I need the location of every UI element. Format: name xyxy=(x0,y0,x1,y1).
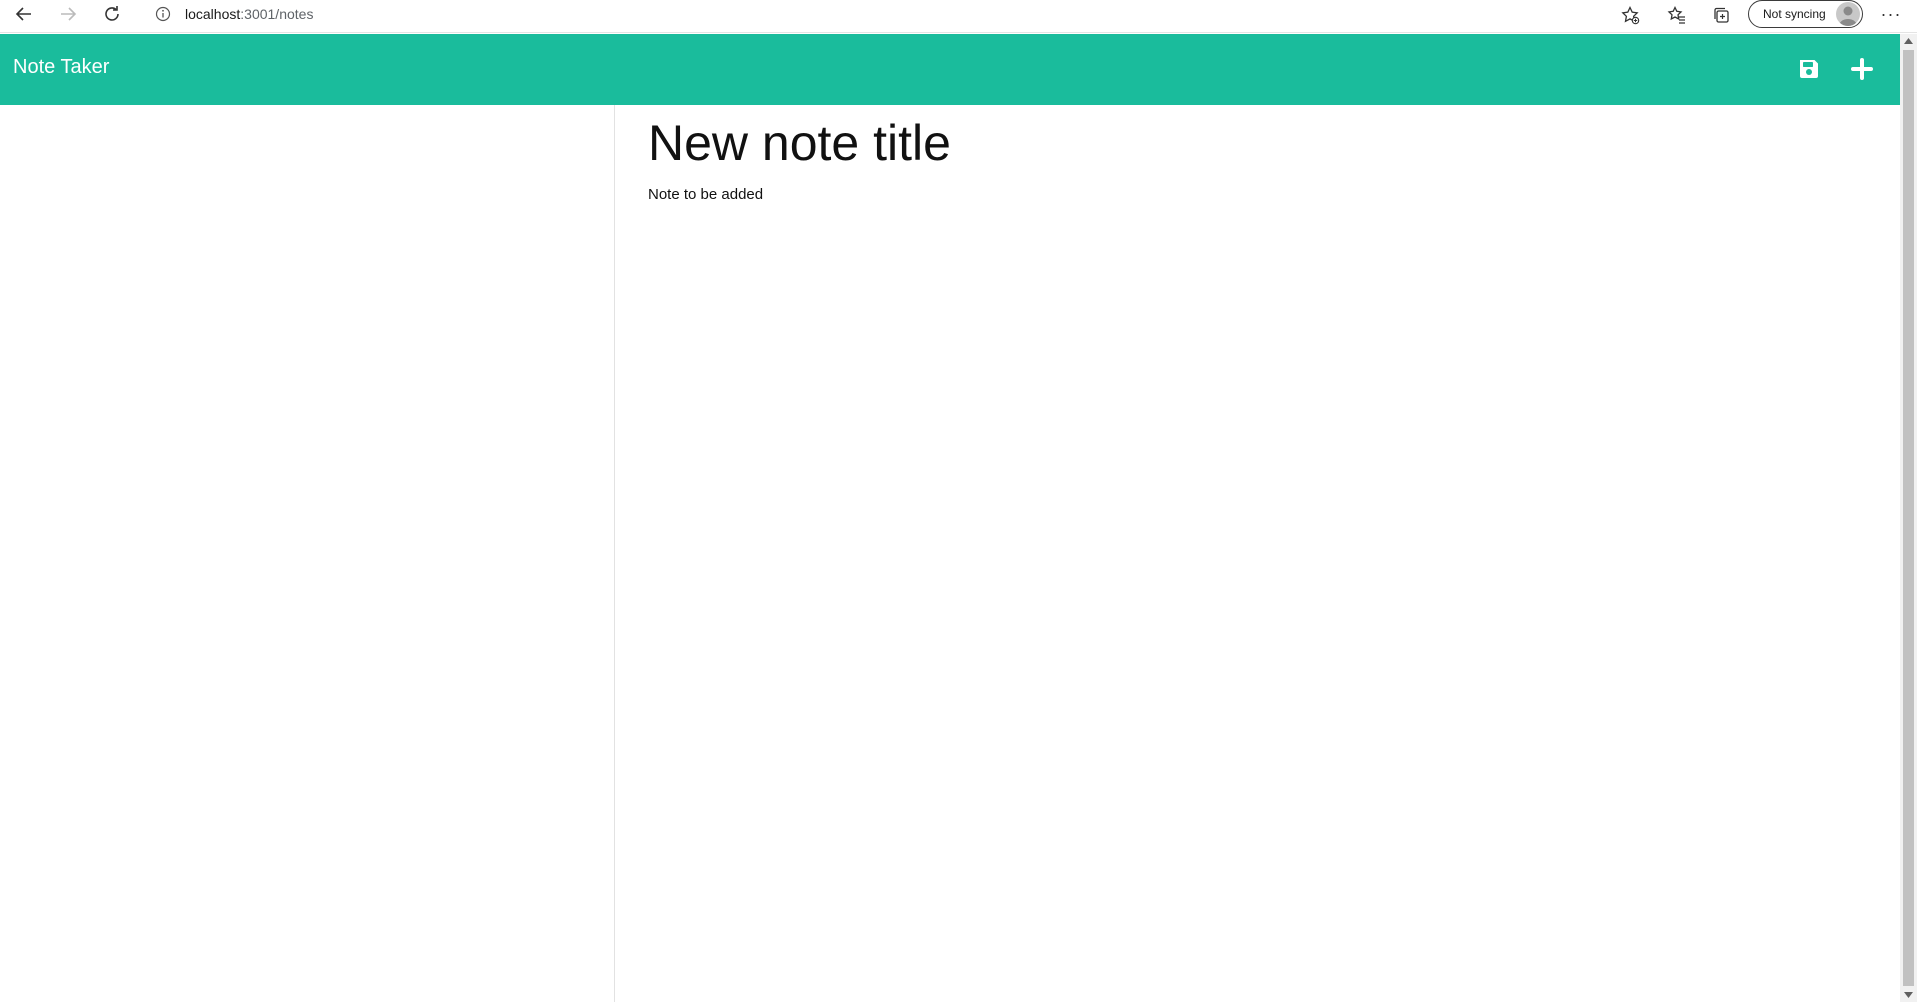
url-text[interactable]: localhost:3001/notes xyxy=(185,6,313,22)
refresh-icon xyxy=(105,6,119,21)
url-path: :3001/notes xyxy=(240,6,314,22)
scroll-down-arrow-icon[interactable] xyxy=(1900,988,1917,1002)
note-title-input[interactable]: New note title xyxy=(648,114,1848,172)
sync-status-label: Not syncing xyxy=(1763,7,1826,21)
avatar xyxy=(1836,2,1860,26)
scrollbar-thumb[interactable] xyxy=(1903,50,1914,986)
favorites-button[interactable] xyxy=(1663,2,1691,28)
back-button[interactable] xyxy=(6,0,42,28)
app-title[interactable]: Note Taker xyxy=(13,56,109,79)
notes-list xyxy=(0,105,615,1002)
info-icon[interactable] xyxy=(153,4,173,24)
page-scrollbar[interactable] xyxy=(1900,34,1917,1002)
browser-toolbar: localhost:3001/notes Not syncing ··· xyxy=(0,0,1917,33)
add-favorite-button[interactable] xyxy=(1616,2,1644,28)
arrow-right-icon xyxy=(61,7,77,21)
plus-icon xyxy=(1851,58,1873,80)
app-navbar: Note Taker xyxy=(0,34,1900,105)
save-note-button[interactable] xyxy=(1793,53,1825,85)
url-host: localhost xyxy=(185,6,241,22)
more-menu-button[interactable]: ··· xyxy=(1874,0,1908,28)
note-text-area[interactable]: Note to be added xyxy=(648,186,1848,203)
forward-button[interactable] xyxy=(50,0,86,28)
collections-icon xyxy=(1714,7,1729,23)
collections-button[interactable] xyxy=(1707,2,1735,28)
address-bar[interactable]: localhost:3001/notes xyxy=(143,1,1650,27)
arrow-left-icon xyxy=(15,7,31,21)
reload-button[interactable] xyxy=(94,0,130,28)
profile-sync-button[interactable]: Not syncing xyxy=(1748,0,1863,28)
new-note-button[interactable] xyxy=(1846,53,1878,85)
favorites-icon xyxy=(1667,5,1685,24)
note-editor: New note title Note to be added xyxy=(616,105,1900,1002)
star-add-icon xyxy=(1621,5,1640,25)
scroll-up-arrow-icon[interactable] xyxy=(1900,34,1917,48)
save-icon xyxy=(1800,60,1818,78)
